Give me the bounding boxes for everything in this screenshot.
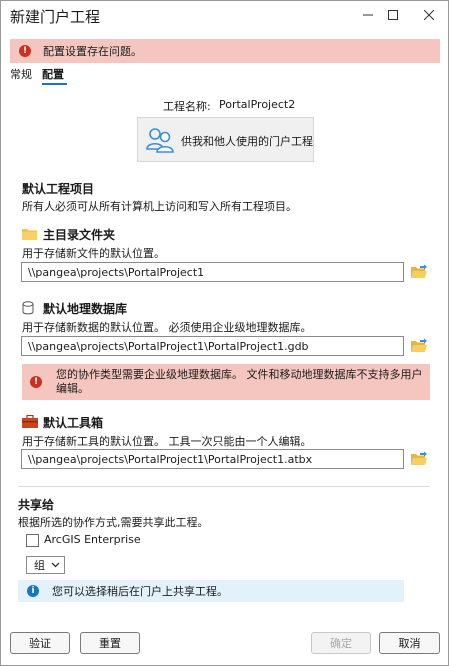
home-folder-path-input[interactable]: [21, 262, 404, 282]
geodatabase-warning-text: 您的协作类型需要企业级地理数据库。 文件和移动地理数据库不支持多用户编辑。: [56, 368, 423, 395]
users-icon: [146, 128, 174, 153]
geodatabase-path-input[interactable]: [21, 336, 404, 356]
new-portal-project-dialog: 新建门户工程 ! 配置设置存在问题。 常规 配置 工程名称: PortalPro…: [0, 0, 449, 666]
geodatabase-warning-banner: ! 您的协作类型需要企业级地理数据库。 文件和移动地理数据库不支持多用户编辑。: [22, 364, 430, 400]
share-group-select[interactable]: 组: [26, 556, 65, 574]
title-bar[interactable]: 新建门户工程: [1, 1, 448, 31]
tab-configuration[interactable]: 配置: [42, 66, 64, 82]
default-items-description: 所有人必须可从所有计算机上访问和写入所有工程项目。: [22, 200, 297, 213]
home-folder-description: 用于存储新文件的默认位置。: [22, 247, 165, 260]
error-icon: !: [19, 45, 31, 57]
portal-project-type-card[interactable]: 供我和他人使用的门户工程: [137, 117, 314, 162]
browse-folder-icon[interactable]: [410, 338, 428, 354]
maximize-icon: [388, 10, 398, 20]
toolbox-title: 默认工具箱: [43, 416, 104, 430]
chevron-down-icon: [51, 562, 60, 568]
window-title: 新建门户工程: [10, 8, 101, 26]
error-banner: ! 配置设置存在问题。: [10, 39, 440, 63]
cancel-button[interactable]: 取消: [379, 632, 440, 654]
minimize-icon: [363, 14, 373, 16]
arcgis-enterprise-label[interactable]: ArcGIS Enterprise: [44, 533, 141, 546]
share-title: 共享给: [18, 498, 55, 512]
toolbox-path-input[interactable]: [21, 449, 404, 469]
database-icon: [22, 301, 34, 315]
toolbox-icon: [22, 415, 38, 428]
error-banner-text: 配置设置存在问题。: [43, 45, 142, 58]
arcgis-enterprise-checkbox[interactable]: [26, 534, 39, 547]
geodatabase-title: 默认地理数据库: [43, 302, 128, 316]
browse-folder-icon[interactable]: [410, 264, 428, 280]
geodatabase-description: 用于存储新数据的默认位置。 必须使用企业级地理数据库。: [22, 321, 312, 334]
maximize-button[interactable]: [378, 3, 408, 27]
home-folder-title: 主目录文件夹: [43, 228, 116, 242]
toolbox-description: 用于存储新工具的默认位置。 工具一次只能由一个人编辑。: [22, 435, 312, 448]
close-button[interactable]: [414, 3, 444, 27]
portal-project-type-label: 供我和他人使用的门户工程: [181, 135, 313, 148]
share-group-select-value: 组: [34, 559, 45, 572]
folder-icon: [22, 229, 37, 240]
browse-folder-icon[interactable]: [410, 451, 428, 467]
reset-button[interactable]: 重置: [80, 632, 140, 654]
info-icon: i: [27, 585, 39, 597]
default-items-title: 默认工程项目: [22, 182, 95, 196]
ok-button[interactable]: 确定: [311, 632, 371, 654]
close-icon: [424, 10, 434, 20]
share-description: 根据所选的协作方式,需要共享此工程。: [18, 516, 209, 529]
project-name-label: 工程名称:: [163, 100, 211, 113]
share-info-text: 您可以选择稍后在门户上共享工程。: [52, 585, 228, 598]
tab-general[interactable]: 常规: [10, 66, 32, 82]
section-divider: [18, 486, 430, 487]
tab-selected-indicator: [42, 83, 67, 85]
share-info-banner: i 您可以选择稍后在门户上共享工程。: [18, 580, 404, 602]
validate-button[interactable]: 验证: [10, 632, 70, 654]
error-icon: !: [30, 376, 42, 388]
project-name-value: PortalProject2: [219, 98, 296, 111]
